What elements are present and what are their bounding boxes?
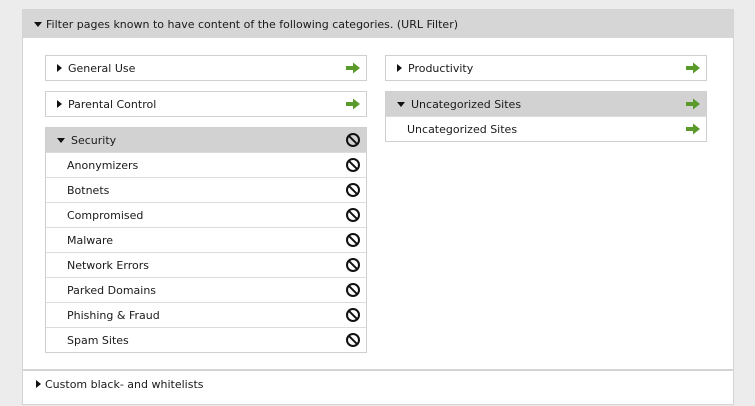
category-parental-control: Parental Control: [45, 91, 367, 117]
subcategory-label: Network Errors: [67, 258, 149, 272]
category-header-parental-control[interactable]: Parental Control: [46, 92, 366, 116]
subcategory-label: Phishing & Fraud: [67, 308, 160, 322]
allow-arrow-icon[interactable]: [345, 97, 361, 111]
subcategory-network-errors: Network Errors: [46, 252, 366, 277]
category-label: Parental Control: [68, 97, 157, 111]
expand-triangle-icon[interactable]: [36, 380, 41, 388]
subcategory-label: Botnets: [67, 183, 110, 197]
subcategory-label: Spam Sites: [67, 333, 129, 347]
custom-lists-label: Custom black- and whitelists: [45, 377, 204, 391]
subcategory-spam-sites: Spam Sites: [46, 327, 366, 352]
block-icon[interactable]: [345, 332, 361, 348]
category-uncategorized-sites: Uncategorized Sites Uncategorized Sites: [385, 91, 707, 142]
block-icon[interactable]: [345, 307, 361, 323]
category-security: Security Anonymizers Botnets Compromised…: [45, 127, 367, 353]
category-label: Security: [71, 133, 117, 147]
subcategory-label: Compromised: [67, 208, 144, 222]
block-icon[interactable]: [345, 132, 361, 148]
expand-triangle-icon[interactable]: [397, 64, 402, 72]
subcategory-anonymizers: Anonymizers: [46, 152, 366, 177]
block-icon[interactable]: [345, 182, 361, 198]
collapse-triangle-icon[interactable]: [57, 137, 65, 143]
category-header-general-use[interactable]: General Use: [46, 56, 366, 80]
expand-triangle-icon[interactable]: [57, 64, 62, 72]
subcategory-uncategorized-sites: Uncategorized Sites: [386, 116, 706, 141]
block-icon[interactable]: [345, 157, 361, 173]
category-header-productivity[interactable]: Productivity: [386, 56, 706, 80]
allow-arrow-icon[interactable]: [345, 61, 361, 75]
url-filter-panel: Filter pages known to have content of th…: [22, 9, 734, 405]
expand-triangle-icon[interactable]: [57, 100, 62, 108]
collapse-triangle-icon[interactable]: [397, 101, 405, 107]
subcategory-label: Uncategorized Sites: [407, 122, 518, 136]
block-icon[interactable]: [345, 282, 361, 298]
block-icon[interactable]: [345, 207, 361, 223]
category-general-use: General Use: [45, 55, 367, 81]
category-label: General Use: [68, 61, 136, 75]
subcategory-label: Malware: [67, 233, 114, 247]
url-filter-title: Filter pages known to have content of th…: [46, 17, 459, 31]
allow-arrow-icon[interactable]: [685, 97, 701, 111]
subcategory-botnets: Botnets: [46, 177, 366, 202]
url-filter-header[interactable]: Filter pages known to have content of th…: [23, 10, 733, 38]
subcategory-parked-domains: Parked Domains: [46, 277, 366, 302]
category-label: Productivity: [408, 61, 474, 75]
allow-arrow-icon[interactable]: [685, 61, 701, 75]
category-label: Uncategorized Sites: [411, 97, 522, 111]
subcategory-compromised: Compromised: [46, 202, 366, 227]
subcategory-phishing-fraud: Phishing & Fraud: [46, 302, 366, 327]
category-header-uncategorized-sites[interactable]: Uncategorized Sites: [386, 92, 706, 116]
subcategory-malware: Malware: [46, 227, 366, 252]
category-productivity: Productivity: [385, 55, 707, 81]
subcategory-label: Anonymizers: [67, 158, 139, 172]
collapse-triangle-icon[interactable]: [34, 21, 42, 27]
block-icon[interactable]: [345, 232, 361, 248]
category-header-security[interactable]: Security: [46, 128, 366, 152]
subcategory-label: Parked Domains: [67, 283, 157, 297]
custom-lists-section[interactable]: Custom black- and whitelists: [23, 369, 733, 397]
block-icon[interactable]: [345, 257, 361, 273]
allow-arrow-icon[interactable]: [685, 122, 701, 136]
